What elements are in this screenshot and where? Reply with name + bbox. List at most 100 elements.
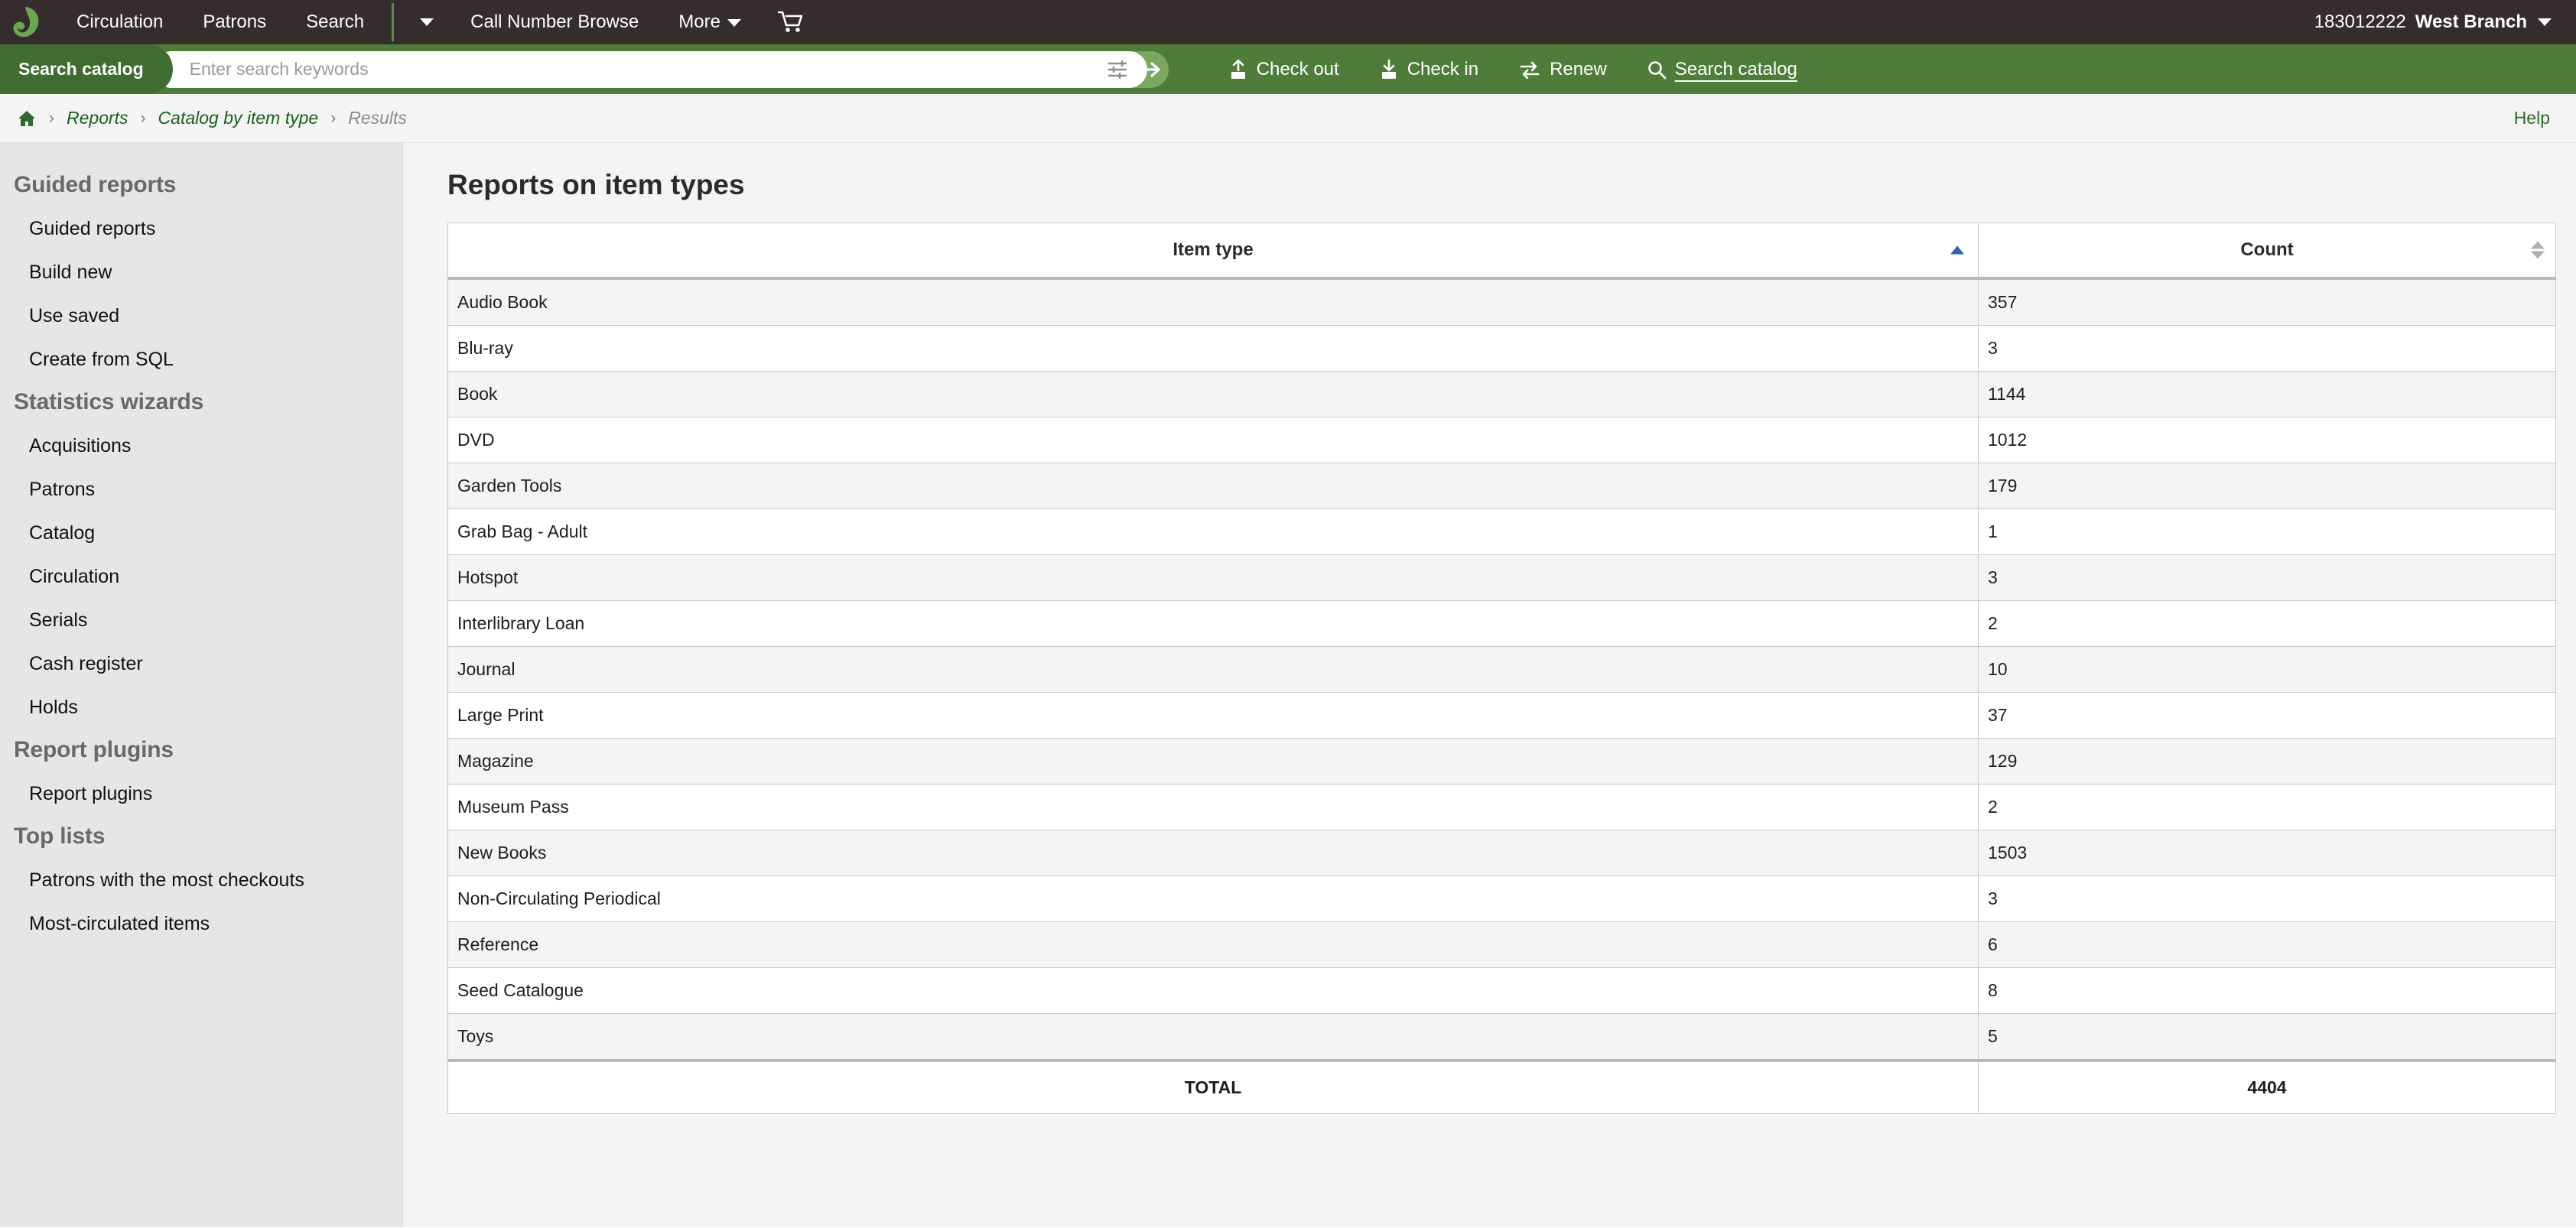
check-in-link[interactable]: Check in: [1359, 56, 1498, 83]
help-link[interactable]: Help: [2514, 108, 2550, 128]
search-bar: Search catalog Check out: [0, 44, 2576, 94]
cell-item-type: Interlibrary Loan: [447, 600, 1979, 647]
shopping-cart-icon: [777, 11, 802, 32]
check-in-label: Check in: [1407, 58, 1479, 80]
search-catalog-label: Search catalog: [1674, 58, 1797, 80]
renew-label: Renew: [1550, 58, 1607, 80]
search-input[interactable]: [189, 52, 1106, 86]
search-catalog-link[interactable]: Search catalog: [1627, 56, 1817, 83]
column-header-count[interactable]: Count: [1978, 223, 2556, 280]
table-row: Book 1144: [447, 371, 2556, 417]
check-out-icon: [1231, 59, 1245, 79]
check-in-icon: [1381, 59, 1396, 79]
sidebar-item-cash-register[interactable]: Cash register: [0, 642, 402, 686]
page-title: Reports on item types: [447, 169, 745, 200]
nav-divider: [392, 3, 395, 41]
breadcrumb-separator: ›: [140, 109, 146, 127]
search-catalog-tab[interactable]: Search catalog: [0, 44, 173, 94]
table-row: Blu-ray 3: [447, 325, 2556, 372]
sidebar-item-build-new[interactable]: Build new: [0, 251, 402, 294]
table-row: Non-Circulating Periodical 3: [447, 876, 2556, 922]
koha-leaf-logo[interactable]: [11, 7, 40, 37]
cell-count: 2: [1978, 784, 2556, 830]
home-icon[interactable]: [17, 109, 37, 128]
nav-item-call-number-browse[interactable]: Call Number Browse: [450, 0, 659, 44]
cell-item-type: Museum Pass: [447, 784, 1979, 830]
renew-link[interactable]: Renew: [1498, 56, 1627, 83]
table-row: Journal 10: [447, 646, 2556, 693]
cell-count: 3: [1978, 554, 2556, 601]
table-header-row: Item type Count: [447, 223, 2556, 280]
cell-item-type: New Books: [447, 830, 1979, 876]
table-row: New Books 1503: [447, 830, 2556, 876]
cell-count: 5: [1978, 1013, 2556, 1061]
breadcrumb-item-reports[interactable]: Reports: [67, 108, 128, 128]
table-row: Large Print 37: [447, 692, 2556, 739]
chevron-down-icon: [727, 18, 741, 27]
nav-item-circulation[interactable]: Circulation: [57, 0, 183, 44]
sort-unsorted-icon: [2531, 241, 2545, 259]
nav-item-more-label: More: [678, 11, 720, 32]
breadcrumb-separator: ›: [49, 109, 54, 127]
sidebar-item-create-from-sql[interactable]: Create from SQL: [0, 338, 402, 382]
total-label: TOTAL: [447, 1059, 1979, 1114]
sidebar-item-holds[interactable]: Holds: [0, 686, 402, 729]
nav-item-search[interactable]: Search: [286, 0, 384, 44]
cell-count: 1503: [1978, 830, 2556, 876]
breadcrumb-separator: ›: [330, 109, 337, 127]
sidebar-item-report-plugins[interactable]: Report plugins: [0, 772, 402, 816]
column-header-count-label: Count: [2240, 239, 2294, 260]
table-row: Toys 5: [447, 1013, 2556, 1061]
search-icon: [1647, 60, 1667, 79]
check-out-link[interactable]: Check out: [1208, 56, 1359, 83]
sidebar-item-serials[interactable]: Serials: [0, 599, 402, 642]
sidebar-item-catalog[interactable]: Catalog: [0, 512, 402, 555]
cell-count: 10: [1978, 646, 2556, 693]
sliders-icon[interactable]: [1106, 59, 1129, 80]
item-type-report-table: Item type Count Audio Book 357 Blu-ray 3 Boo…: [447, 223, 2556, 1114]
cell-count: 129: [1978, 738, 2556, 785]
search-field-container: [152, 50, 1147, 88]
user-menu[interactable]: 183012222 West Branch: [2314, 11, 2556, 33]
table-row: Reference 6: [447, 921, 2556, 968]
cell-item-type: Magazine: [447, 738, 1979, 785]
cell-count: 1012: [1978, 417, 2556, 463]
cart-button[interactable]: [761, 0, 821, 44]
cell-item-type: Seed Catalogue: [447, 967, 1979, 1014]
nav-item-more[interactable]: More: [659, 0, 760, 44]
table-head: Item type Count: [447, 223, 2556, 280]
cell-count: 1144: [1978, 371, 2556, 417]
column-header-item-type[interactable]: Item type: [447, 223, 1979, 280]
sidebar-item-most-circulated-items[interactable]: Most-circulated items: [0, 902, 402, 946]
column-header-item-type-label: Item type: [1173, 239, 1254, 260]
breadcrumb-item-catalog-by-item-type[interactable]: Catalog by item type: [158, 108, 319, 128]
breadcrumb: › Reports › Catalog by item type › Resul…: [0, 94, 2576, 143]
cell-count: 1: [1978, 508, 2556, 555]
cell-item-type: Non-Circulating Periodical: [447, 876, 1979, 922]
sidebar-item-guided-reports[interactable]: Guided reports: [0, 207, 402, 251]
nav-item-patrons[interactable]: Patrons: [183, 0, 286, 44]
nav-more-toggle[interactable]: [402, 0, 450, 44]
cell-item-type: Blu-ray: [447, 325, 1979, 372]
cell-item-type: Journal: [447, 646, 1979, 693]
user-branch: West Branch: [2415, 11, 2527, 32]
user-id: 183012222: [2314, 11, 2406, 32]
table-row: Museum Pass 2: [447, 784, 2556, 830]
chevron-down-icon: [2538, 18, 2552, 26]
check-out-label: Check out: [1256, 58, 1339, 80]
table-body: Audio Book 357 Blu-ray 3 Book 1144 DVD 1012 Gard…: [447, 278, 2556, 1114]
sidebar-item-acquisitions[interactable]: Acquisitions: [0, 424, 402, 468]
sidebar-item-use-saved[interactable]: Use saved: [0, 294, 402, 338]
cell-item-type: Garden Tools: [447, 463, 1979, 509]
cell-count: 8: [1978, 967, 2556, 1014]
sidebar-heading-statistics-wizards: Statistics wizards: [14, 389, 204, 414]
sidebar-item-circulation[interactable]: Circulation: [0, 555, 402, 599]
cell-item-type: Large Print: [447, 692, 1979, 739]
table-total-row: TOTAL 4404: [447, 1059, 2556, 1114]
total-value: 4404: [1978, 1059, 2556, 1114]
sidebar-item-patrons[interactable]: Patrons: [0, 468, 402, 512]
table-row: Grab Bag - Adult 1: [447, 508, 2556, 555]
sidebar-item-patrons-most-checkouts[interactable]: Patrons with the most checkouts: [0, 859, 402, 902]
cell-count: 37: [1978, 692, 2556, 739]
table-row: Magazine 129: [447, 738, 2556, 785]
